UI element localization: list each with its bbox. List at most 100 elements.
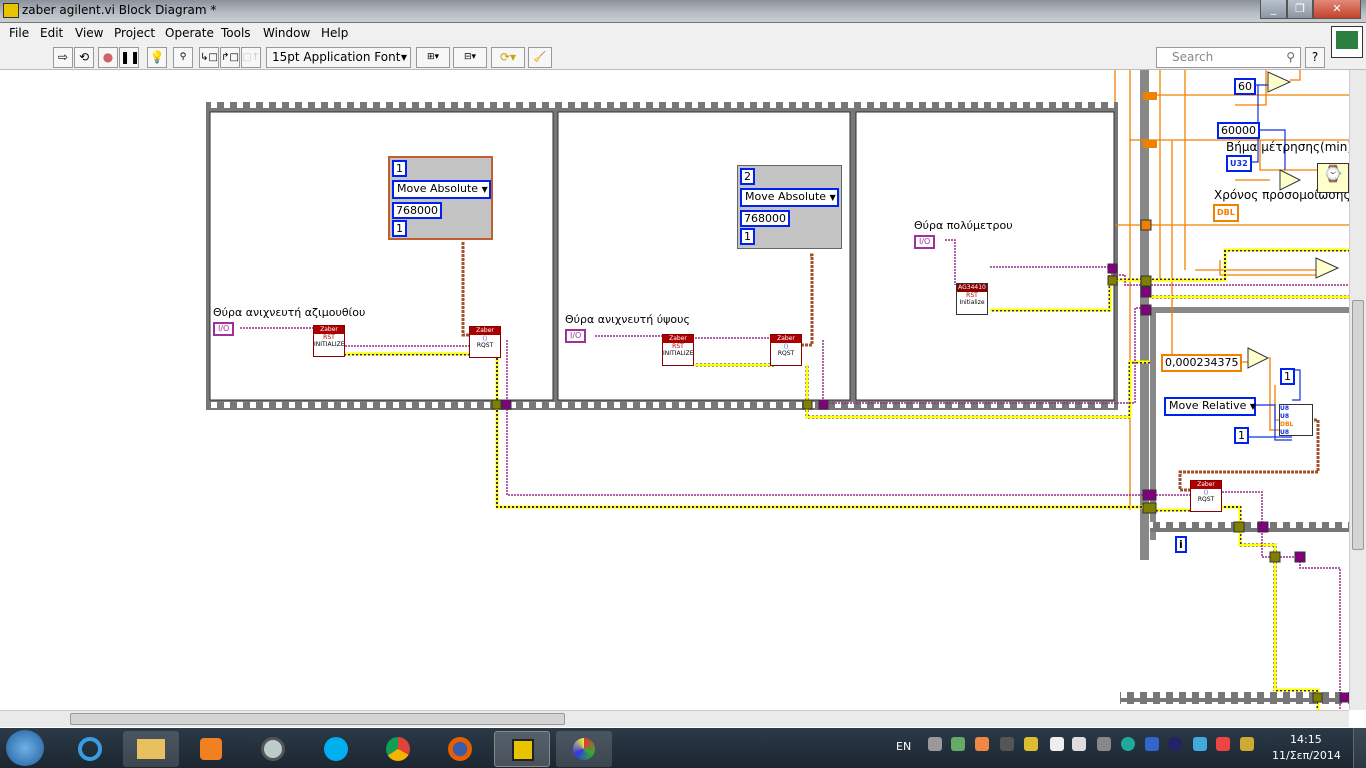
firefox-icon[interactable] bbox=[432, 731, 488, 767]
tray-circle-icon[interactable] bbox=[1121, 737, 1135, 751]
menu-bar: File Edit View Project Operate Tools Win… bbox=[0, 22, 1366, 44]
bundle-node[interactable]: U8 U8 DBL U8 bbox=[1279, 404, 1313, 436]
u32-control[interactable]: U32 bbox=[1226, 155, 1252, 172]
highlight-execution-icon[interactable]: 💡 bbox=[147, 47, 167, 68]
clock-date[interactable]: 11/Σεπ/2014 bbox=[1272, 749, 1341, 762]
clock-time[interactable]: 14:15 bbox=[1290, 733, 1322, 746]
search-input[interactable]: Search ⚲ bbox=[1156, 47, 1301, 68]
visa-io-constant[interactable]: I/O bbox=[213, 322, 235, 336]
internet-explorer-icon[interactable] bbox=[62, 731, 118, 767]
loop-iteration-terminal: i bbox=[1175, 536, 1187, 553]
menu-file[interactable]: File bbox=[9, 26, 29, 40]
const-1-top[interactable]: 1 bbox=[1280, 368, 1295, 385]
tray-avast-warning-icon[interactable] bbox=[975, 737, 989, 751]
zaber-request-subvi[interactable]: Zaber ⟨⟩ RQST bbox=[770, 334, 802, 366]
menu-view[interactable]: View bbox=[75, 26, 103, 40]
axis-constant[interactable]: 1 bbox=[392, 160, 407, 177]
language-indicator[interactable]: EN bbox=[896, 740, 911, 753]
cluster-constant-azimuth[interactable]: 1 Move Absolute ▼ 768000 1 bbox=[388, 156, 493, 240]
run-continuously-icon[interactable]: ⟲ bbox=[74, 47, 94, 68]
toolbar: ⇨ ⟲ ● ❚❚ 💡 ⚲ ↳□ ↱□ □↑ 15pt Application F… bbox=[0, 26, 1366, 70]
inner-sequence-border bbox=[1150, 522, 1349, 532]
command-ring[interactable]: Move Absolute ▼ bbox=[740, 188, 839, 207]
visa-io-constant[interactable]: I/O bbox=[914, 235, 936, 249]
tray-network-error-icon[interactable] bbox=[1193, 737, 1207, 751]
paint-icon[interactable] bbox=[556, 731, 612, 767]
run-arrow-icon[interactable]: ⇨ bbox=[53, 47, 73, 68]
step-out-icon[interactable]: □↑ bbox=[241, 47, 261, 68]
step-over-icon[interactable]: ↱□ bbox=[220, 47, 240, 68]
retain-wire-values-icon[interactable]: ⚲ bbox=[173, 47, 193, 68]
tray-network-icon[interactable] bbox=[928, 737, 942, 751]
menu-help[interactable]: Help bbox=[321, 26, 348, 40]
menu-project[interactable]: Project bbox=[114, 26, 155, 40]
restore-button[interactable]: ❐ bbox=[1287, 0, 1313, 19]
minimize-button[interactable]: _ bbox=[1260, 0, 1287, 19]
media-player-icon[interactable] bbox=[183, 731, 239, 767]
close-button[interactable]: ✕ bbox=[1313, 0, 1361, 19]
search-icon: ⚲ bbox=[1286, 50, 1295, 64]
tray-action-center-icon[interactable] bbox=[1216, 737, 1230, 751]
step-label: Βήμα μέτρησης(min) bbox=[1226, 140, 1349, 154]
file-explorer-icon[interactable] bbox=[123, 731, 179, 767]
font-value: 15pt Application Font bbox=[272, 50, 401, 64]
chrome-icon[interactable] bbox=[370, 731, 426, 767]
move-relative-ring[interactable]: Move Relative ▼ bbox=[1164, 397, 1256, 416]
cluster-constant-elevation[interactable]: 2 Move Absolute ▼ 768000 1 bbox=[737, 165, 842, 249]
horizontal-scroll-thumb[interactable] bbox=[70, 713, 565, 725]
command-ring[interactable]: Move Absolute ▼ bbox=[392, 180, 491, 199]
zaber-request-subvi[interactable]: Zaber ⟨⟩ RQST bbox=[469, 326, 501, 358]
start-button[interactable] bbox=[6, 730, 44, 766]
tray-ni-io-icon[interactable] bbox=[1168, 737, 1182, 751]
vi-connector-icon[interactable] bbox=[1331, 26, 1363, 58]
const-1-bottom[interactable]: 1 bbox=[1234, 427, 1249, 444]
align-objects-icon[interactable]: ⊞▾ bbox=[416, 47, 450, 68]
position-constant[interactable]: 768000 bbox=[392, 202, 442, 219]
tray-warning-icon[interactable] bbox=[1024, 737, 1038, 751]
wait-ms-icon[interactable]: ⌚ bbox=[1317, 163, 1349, 193]
step-constant[interactable]: 0,000234375 bbox=[1161, 354, 1243, 372]
position-constant[interactable]: 768000 bbox=[740, 210, 790, 227]
menu-edit[interactable]: Edit bbox=[40, 26, 63, 40]
wires-and-structures bbox=[206, 70, 1349, 710]
zaber-request-subvi[interactable]: Zaber ⟨⟩ RQST bbox=[1190, 480, 1222, 512]
zaber-initialize-subvi[interactable]: Zaber RST INITIALIZE bbox=[313, 325, 345, 357]
menu-window[interactable]: Window bbox=[263, 26, 310, 40]
device-constant[interactable]: 1 bbox=[740, 228, 755, 245]
elevation-port-label: Θύρα ανιχνευτή ύψους bbox=[565, 313, 690, 326]
zaber-initialize-subvi[interactable]: Zaber RST INITIALIZE bbox=[662, 334, 694, 366]
clean-up-diagram-icon[interactable]: 🧹 bbox=[528, 47, 552, 68]
horizontal-scrollbar[interactable] bbox=[0, 710, 1349, 727]
const-60[interactable]: 60 bbox=[1234, 78, 1256, 95]
tray-usb-icon[interactable] bbox=[1145, 737, 1159, 751]
arith-nodes bbox=[1247, 71, 1340, 369]
block-diagram[interactable]: 1 Move Absolute ▼ 768000 1 Θύρα ανιχνευτ… bbox=[0, 70, 1349, 710]
const-60000[interactable]: 60000 bbox=[1217, 122, 1260, 139]
step-into-icon[interactable]: ↳□ bbox=[199, 47, 219, 68]
show-desktop-button[interactable] bbox=[1353, 728, 1366, 768]
visa-io-constant[interactable]: I/O bbox=[565, 329, 587, 343]
dbl-control[interactable]: DBL bbox=[1213, 204, 1239, 222]
vertical-scroll-thumb[interactable] bbox=[1352, 300, 1364, 550]
pause-icon[interactable]: ❚❚ bbox=[119, 47, 140, 68]
tray-recycle-icon[interactable] bbox=[951, 737, 965, 751]
abort-icon[interactable]: ● bbox=[98, 47, 118, 68]
tray-app-icon[interactable] bbox=[1097, 737, 1111, 751]
vertical-scrollbar[interactable] bbox=[1349, 70, 1366, 710]
tray-volume-icon[interactable] bbox=[1072, 737, 1086, 751]
menu-tools[interactable]: Tools bbox=[221, 26, 251, 40]
labview-icon[interactable] bbox=[494, 731, 550, 767]
tray-power-icon[interactable] bbox=[1050, 737, 1064, 751]
tray-display-icon[interactable] bbox=[1000, 737, 1014, 751]
font-dropdown[interactable]: 15pt Application Font ▼ bbox=[266, 47, 411, 68]
tray-signal-icon[interactable] bbox=[1240, 737, 1254, 751]
menu-operate[interactable]: Operate bbox=[165, 26, 214, 40]
app-circle-icon[interactable] bbox=[245, 731, 301, 767]
agilent-initialize-subvi[interactable]: AG34410 RST Initialize bbox=[956, 283, 988, 315]
skype-icon[interactable] bbox=[308, 731, 364, 767]
distribute-objects-icon[interactable]: ⊟▾ bbox=[453, 47, 487, 68]
reorder-icon[interactable]: ⟳▾ bbox=[491, 47, 525, 68]
device-constant[interactable]: 1 bbox=[392, 220, 407, 237]
help-button[interactable]: ? bbox=[1305, 47, 1325, 68]
axis-constant[interactable]: 2 bbox=[740, 168, 755, 185]
